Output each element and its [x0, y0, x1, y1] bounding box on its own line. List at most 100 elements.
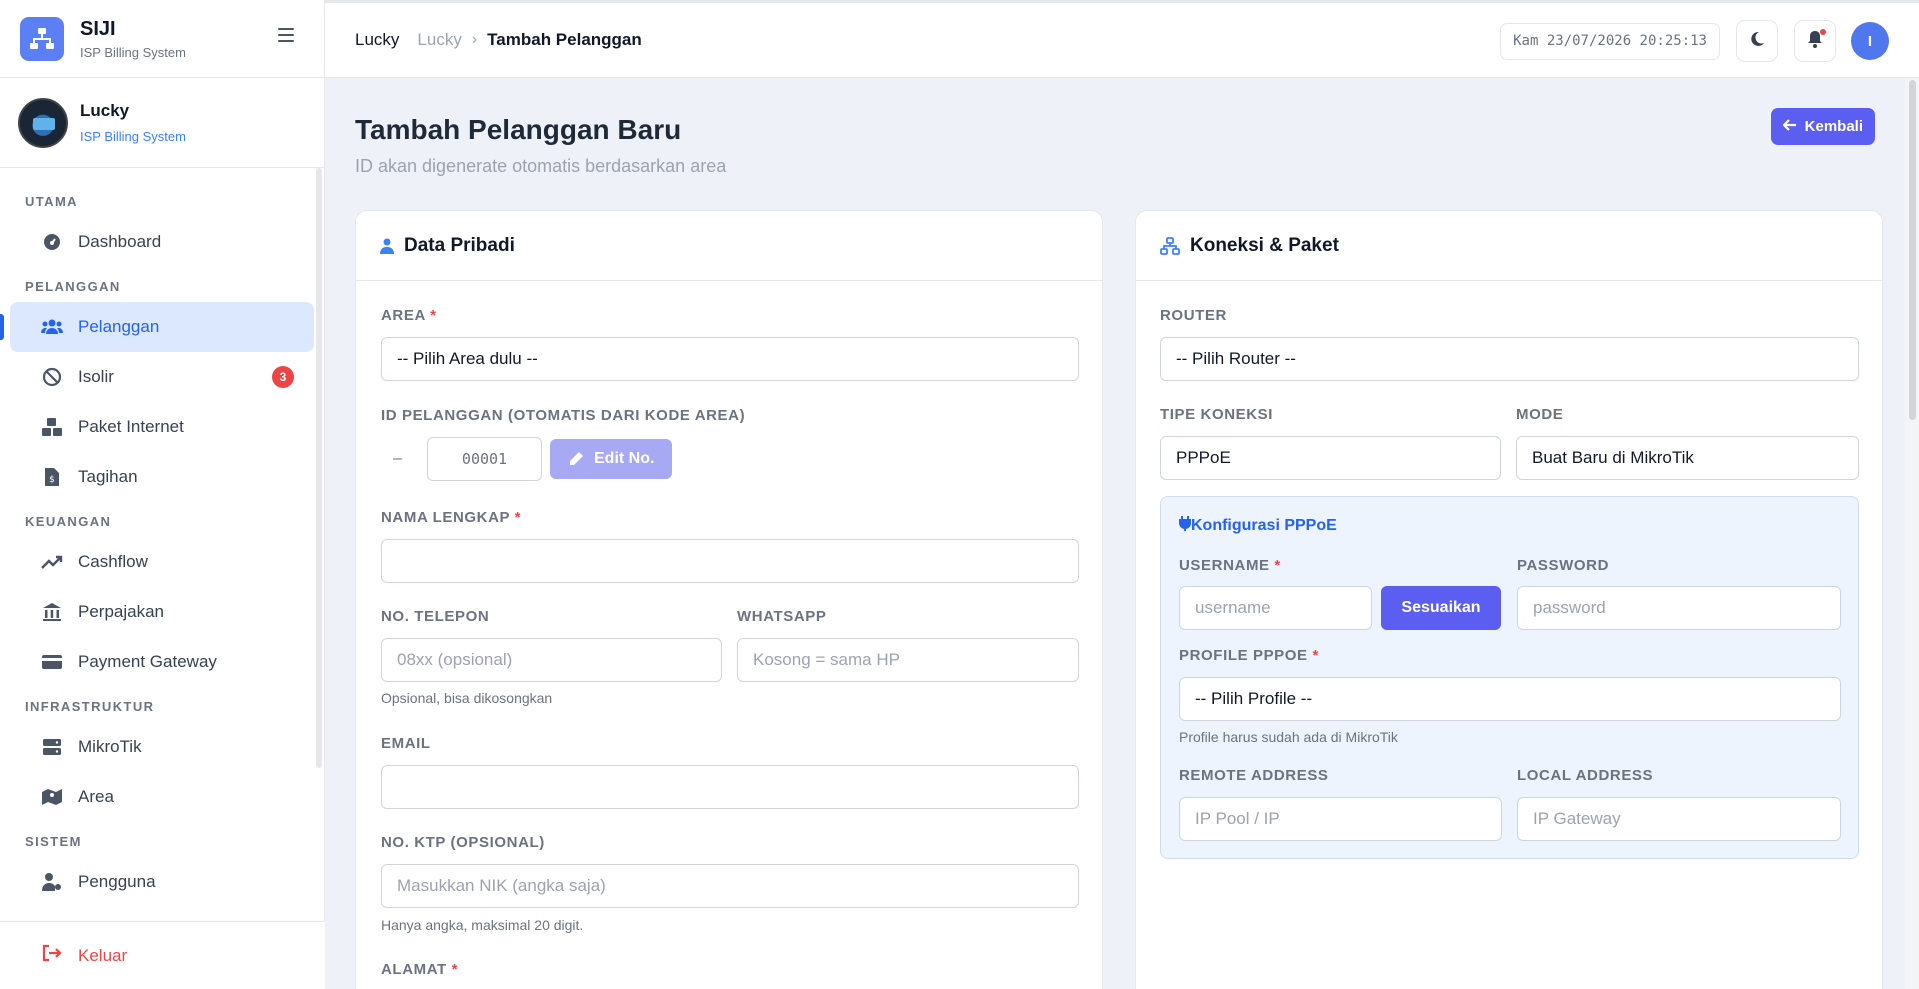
full-name-label: NAMA LENGKAP * — [381, 509, 522, 526]
network-icon — [1160, 236, 1180, 255]
sidebar-scrollbar[interactable] — [316, 168, 322, 768]
sidebar-item-dashboard[interactable]: Dashboard — [10, 217, 314, 267]
card-title: Koneksi & Paket — [1190, 234, 1339, 256]
user-icon — [380, 238, 394, 254]
user-gear-icon — [40, 870, 64, 894]
logout-button[interactable]: Keluar — [0, 921, 325, 989]
password-input[interactable]: password — [1517, 586, 1841, 630]
local-address-input[interactable]: IP Gateway — [1517, 797, 1841, 841]
nav-section-title: INFRASTRUKTUR — [25, 699, 155, 714]
sidebar-item-pengguna[interactable]: Pengguna — [10, 857, 314, 907]
user-name: Lucky — [80, 101, 130, 120]
page-title: Tambah Pelanggan Baru — [355, 114, 682, 145]
remote-address-label: REMOTE ADDRESS — [1179, 767, 1329, 784]
sidebar-item-label: Paket Internet — [78, 417, 184, 436]
invoice-icon: $ — [40, 465, 64, 489]
sidebar-item-label: Cashflow — [78, 552, 148, 571]
sidebar-item-label: Payment Gateway — [78, 652, 217, 671]
local-address-label: LOCAL ADDRESS — [1517, 767, 1654, 784]
adjust-username-button[interactable]: Sesuaikan — [1381, 586, 1501, 630]
chevron-right-icon: › — [471, 31, 478, 48]
sidebar-item-tagihan[interactable]: $ Tagihan — [10, 452, 314, 502]
nav-section-title: KEUANGAN — [25, 514, 112, 529]
plug-icon — [1179, 515, 1191, 536]
card-header: Data Pribadi — [356, 211, 1102, 281]
area-select[interactable]: -- Pilih Area dulu -- — [381, 337, 1079, 381]
moon-icon — [1749, 31, 1765, 52]
router-select[interactable]: -- Pilih Router -- — [1160, 337, 1859, 381]
personal-data-card: Data Pribadi AREA * -- Pilih Area dulu -… — [355, 210, 1103, 989]
sidebar-item-label: Pelanggan — [78, 317, 160, 336]
edit-id-button[interactable]: Edit No. — [550, 439, 673, 479]
sidebar-item-label: Dashboard — [78, 232, 162, 251]
svg-text:$: $ — [49, 475, 55, 485]
password-label: PASSWORD — [1517, 557, 1610, 574]
datetime-display: Kam 23/07/2026 20:25:13 — [1500, 22, 1720, 60]
customer-id-field[interactable]: 00001 — [427, 437, 542, 481]
profile-select[interactable]: -- Pilih Profile -- — [1179, 677, 1841, 721]
network-logo-icon — [20, 16, 64, 61]
pppoe-title: Konfigurasi PPPoE — [1179, 515, 1337, 536]
ktp-input[interactable]: Masukkan NIK (angka saja) — [381, 864, 1079, 908]
remote-address-input[interactable]: IP Pool / IP — [1179, 797, 1502, 841]
breadcrumb-item[interactable]: Lucky — [355, 30, 399, 50]
brand-subtitle: ISP Billing System — [80, 44, 186, 60]
area-label: AREA * — [381, 307, 437, 324]
sidebar-item-label: Area — [78, 787, 114, 806]
sidebar: SIJI ISP Billing System Lucky ISP Billin… — [0, 0, 325, 989]
theme-toggle-button[interactable] — [1736, 20, 1778, 62]
whatsapp-input[interactable]: Kosong = sama HP — [737, 638, 1079, 682]
username-label: USERNAME * — [1179, 557, 1281, 574]
users-icon — [40, 315, 64, 339]
card-title: Data Pribadi — [404, 234, 515, 256]
mode-select[interactable]: Buat Baru di MikroTik — [1516, 436, 1859, 480]
sidebar-nav: UTAMA Dashboard PELANGGAN Pelanggan Isol… — [0, 168, 324, 920]
bank-icon — [40, 600, 64, 624]
logout-icon — [42, 944, 62, 967]
user-role: ISP Billing System — [80, 129, 186, 144]
pppoe-config-panel: Konfigurasi PPPoE USERNAME * username Se… — [1160, 496, 1859, 859]
phone-input[interactable]: 08xx (opsional) — [381, 638, 722, 682]
address-label: ALAMAT * — [381, 961, 459, 978]
email-input[interactable] — [381, 765, 1079, 809]
sidebar-item-cashflow[interactable]: Cashflow — [10, 537, 314, 587]
breadcrumb: Lucky Lucky › Tambah Pelanggan — [355, 30, 642, 50]
back-button[interactable]: Kembali — [1770, 108, 1875, 145]
profile-hint: Profile harus sudah ada di MikroTik — [1179, 729, 1398, 745]
topbar: Lucky Lucky › Tambah Pelanggan Kam 23/07… — [325, 0, 1919, 78]
main-content: Tambah Pelanggan Baru ID akan digenerate… — [325, 78, 1905, 989]
connection-card: Koneksi & Paket ROUTER -- Pilih Router -… — [1135, 210, 1883, 989]
full-name-input[interactable] — [381, 539, 1079, 583]
profile-label: PROFILE PPPOE * — [1179, 647, 1319, 664]
credit-card-icon — [40, 650, 64, 674]
sidebar-item-label: Isolir — [78, 367, 114, 386]
logout-label: Keluar — [78, 945, 128, 965]
ktp-hint: Hanya angka, maksimal 20 digit. — [381, 917, 584, 933]
connection-type-label: TIPE KONEKSI — [1160, 406, 1274, 423]
sidebar-item-isolir[interactable]: Isolir 3 — [10, 352, 314, 402]
trend-icon — [40, 550, 64, 574]
sidebar-item-paket-internet[interactable]: Paket Internet — [10, 402, 314, 452]
notification-dot — [1820, 29, 1826, 35]
page-scrollbar[interactable] — [1905, 78, 1919, 989]
sidebar-item-perpajakan[interactable]: Perpajakan — [10, 587, 314, 637]
breadcrumb-item[interactable]: Lucky — [417, 30, 461, 50]
sidebar-item-mikrotik[interactable]: MikroTik — [10, 722, 314, 772]
sidebar-item-label: Pengguna — [78, 872, 156, 891]
ktp-label: NO. KTP (OPSIONAL) — [381, 834, 545, 851]
notifications-button[interactable] — [1794, 20, 1836, 62]
nav-section-title: PELANGGAN — [25, 279, 121, 294]
user-profile: Lucky ISP Billing System — [0, 78, 324, 168]
username-input[interactable]: username — [1179, 586, 1372, 630]
connection-type-select[interactable]: PPPoE — [1160, 436, 1501, 480]
page-subtitle: ID akan digenerate otomatis berdasarkan … — [355, 156, 727, 176]
edit-id-label: Edit No. — [594, 450, 655, 467]
sidebar-item-area[interactable]: Area — [10, 772, 314, 822]
boxes-icon — [40, 415, 64, 439]
pencil-icon — [568, 451, 584, 467]
sidebar-item-payment-gateway[interactable]: Payment Gateway — [10, 637, 314, 687]
sidebar-item-pelanggan[interactable]: Pelanggan — [0, 302, 314, 352]
menu-toggle-icon[interactable] — [278, 28, 294, 42]
map-icon — [40, 785, 64, 809]
user-avatar-button[interactable]: I — [1851, 22, 1889, 60]
